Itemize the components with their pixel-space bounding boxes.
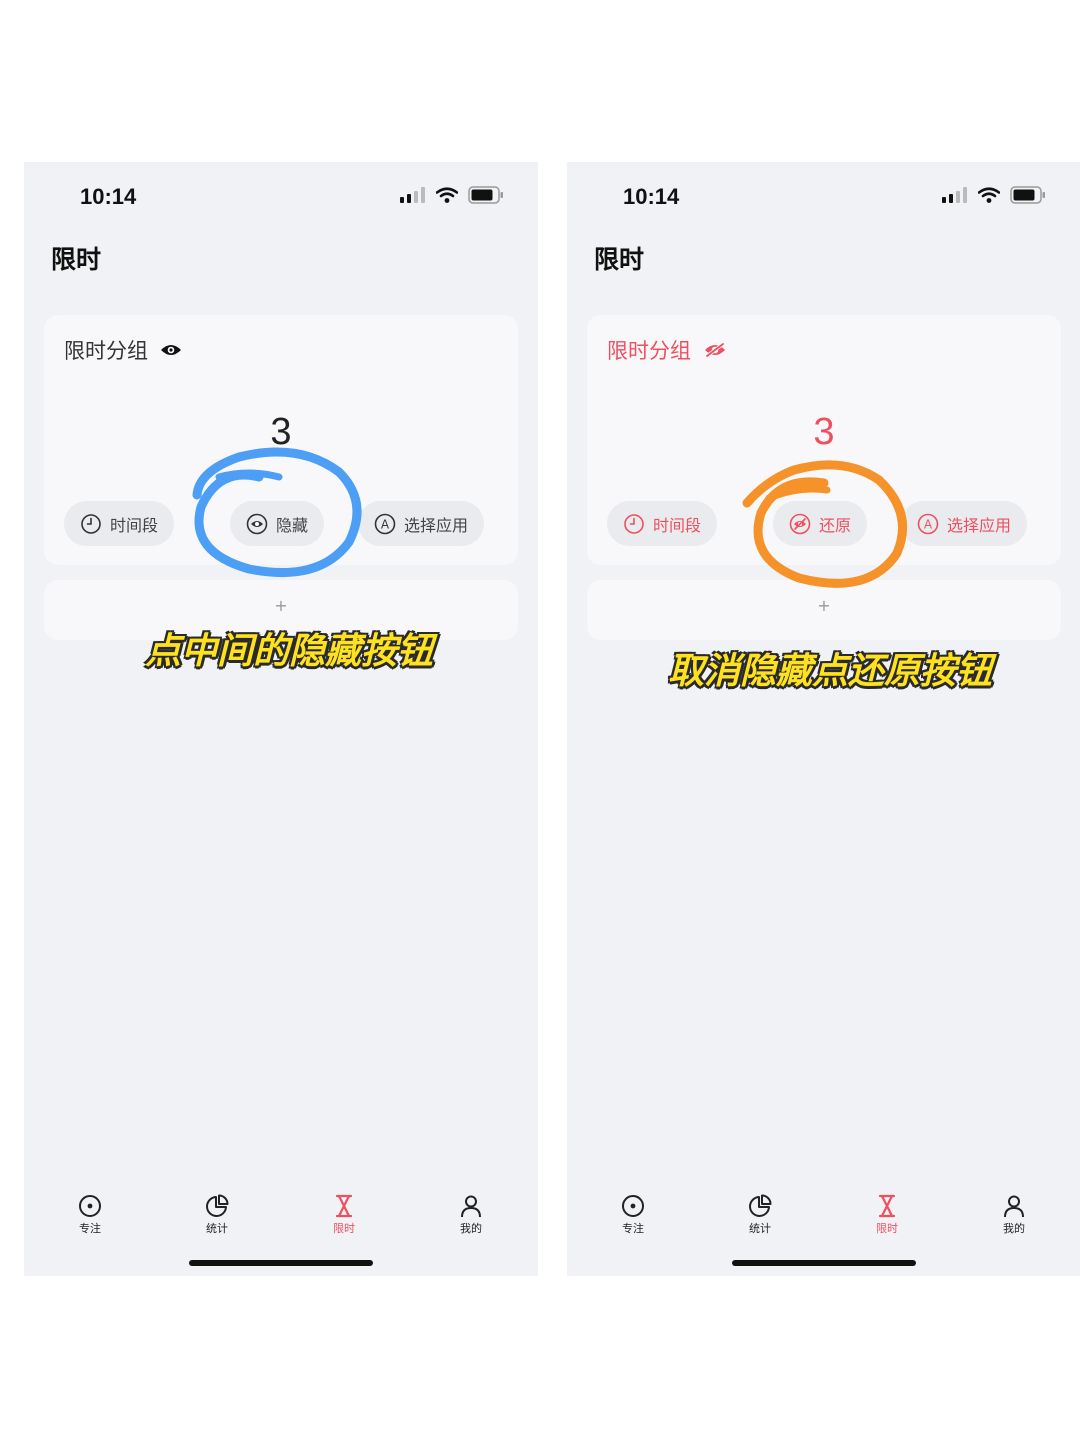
time-range-button[interactable]: 时间段 <box>607 501 718 546</box>
person-icon <box>461 1195 481 1218</box>
group-title: 限时分组 <box>607 335 727 365</box>
group-title-label: 限时分组 <box>607 339 691 363</box>
status-icons <box>400 186 504 204</box>
hourglass-icon <box>335 1194 353 1218</box>
tab-limit-label: 限时 <box>333 1222 355 1235</box>
select-app-label: 选择应用 <box>947 515 1012 535</box>
tab-mine-label: 我的 <box>1003 1222 1025 1235</box>
tab-stats-label: 统计 <box>749 1222 771 1235</box>
select-app-button[interactable]: A 选择应用 <box>358 501 485 546</box>
tab-focus[interactable]: 专注 <box>593 1194 673 1236</box>
signal-icon <box>942 187 967 203</box>
svg-text:A: A <box>381 517 390 531</box>
tab-limit[interactable]: 限时 <box>847 1194 927 1236</box>
group-count: 3 <box>270 411 292 453</box>
caption-right: 取消隐藏点还原按钮 <box>668 651 993 692</box>
tab-limit-label: 限时 <box>876 1222 898 1235</box>
eye-icon <box>246 513 268 535</box>
add-plus: + <box>274 596 288 615</box>
pie-chart-icon <box>749 1194 772 1217</box>
phone-screen-right: 10:14 限时 限时分组 3 时间段 还原 A 选择应用 + 专注 统计 限时… <box>567 162 1080 1276</box>
person-icon <box>1004 1195 1024 1218</box>
tab-bar: 专注 统计 限时 我的 <box>567 1194 1080 1238</box>
tab-focus-label: 专注 <box>79 1222 101 1235</box>
caption-left: 点中间的隐藏按钮 <box>145 631 434 672</box>
battery-icon <box>468 186 503 204</box>
page-title: 限时 <box>51 245 102 274</box>
focus-target-icon <box>79 1195 101 1217</box>
tab-stats[interactable]: 统计 <box>720 1194 800 1236</box>
home-indicator <box>731 1260 916 1266</box>
time-limit-group-card[interactable]: 限时分组 3 时间段 还原 A 选择应用 <box>587 315 1061 565</box>
clock-icon <box>623 513 645 535</box>
select-app-button[interactable]: A 选择应用 <box>901 501 1028 546</box>
time-range-label: 时间段 <box>110 515 159 535</box>
select-app-label: 选择应用 <box>404 515 469 535</box>
tab-focus-label: 专注 <box>622 1222 644 1235</box>
tab-limit[interactable]: 限时 <box>304 1194 384 1236</box>
eye-off-icon <box>789 513 811 535</box>
add-plus: + <box>817 596 831 615</box>
wifi-icon <box>436 187 458 203</box>
tab-bar: 专注 统计 限时 我的 <box>24 1194 538 1238</box>
tab-stats[interactable]: 统计 <box>177 1194 257 1236</box>
restore-label: 还原 <box>819 515 852 535</box>
home-indicator <box>189 1260 373 1266</box>
eye-icon <box>161 345 181 355</box>
battery-icon <box>1010 186 1045 204</box>
status-icons <box>942 186 1046 204</box>
group-title-label: 限时分组 <box>64 339 148 363</box>
tab-mine[interactable]: 我的 <box>974 1194 1054 1236</box>
svg-text:A: A <box>924 517 933 531</box>
status-time: 10:14 <box>623 184 680 209</box>
add-group-button[interactable]: + <box>587 580 1061 640</box>
hide-label: 隐藏 <box>276 515 309 535</box>
focus-target-icon <box>622 1195 644 1217</box>
tab-focus[interactable]: 专注 <box>50 1194 130 1236</box>
hide-button[interactable]: 隐藏 <box>230 501 325 546</box>
time-range-label: 时间段 <box>653 515 702 535</box>
eye-off-icon <box>705 342 725 358</box>
hourglass-icon <box>878 1194 896 1218</box>
wifi-icon <box>978 187 1000 203</box>
tab-mine[interactable]: 我的 <box>431 1194 511 1236</box>
app-a-icon: A <box>374 513 396 535</box>
tab-stats-label: 统计 <box>206 1222 228 1235</box>
time-limit-group-card[interactable]: 限时分组 3 时间段 隐藏 A 选择应用 <box>44 315 518 565</box>
app-a-icon: A <box>917 513 939 535</box>
phone-screen-left: 10:14 限时 限时分组 3 时间段 隐藏 A 选择应用 + 专注 统计 限时… <box>24 162 538 1276</box>
status-time: 10:14 <box>80 184 137 209</box>
tab-mine-label: 我的 <box>460 1222 482 1235</box>
group-count: 3 <box>813 411 835 453</box>
page-title: 限时 <box>594 245 645 274</box>
time-range-button[interactable]: 时间段 <box>64 501 175 546</box>
restore-button[interactable]: 还原 <box>773 501 868 546</box>
pie-chart-icon <box>206 1194 229 1217</box>
signal-icon <box>400 187 425 203</box>
clock-icon <box>80 513 102 535</box>
group-title: 限时分组 <box>64 335 182 365</box>
